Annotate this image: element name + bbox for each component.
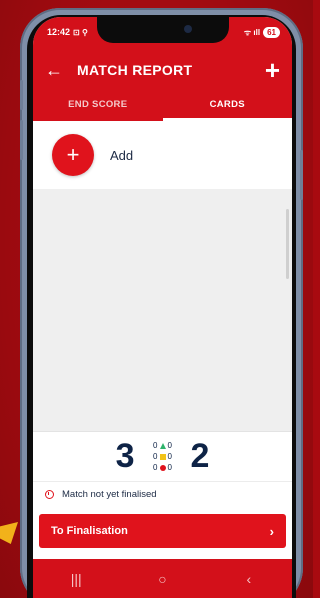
status-notice: Match not yet finalised	[33, 481, 292, 507]
card-counts: 0 0 0 0 0 0	[153, 441, 172, 472]
warning-icon	[45, 490, 54, 499]
back-icon[interactable]: ‹	[229, 571, 269, 587]
tab-bar: END SCORE CARDS	[33, 93, 292, 121]
notice-text: Match not yet finalised	[62, 489, 157, 500]
tab-label: CARDS	[209, 99, 245, 110]
phone-screen: 12:42 ⊡ ⚲ ᯤ ıll 61 ← MATCH REPORT + END …	[33, 17, 292, 598]
add-button[interactable]: +	[52, 134, 94, 176]
plus-icon: +	[66, 142, 80, 167]
power-button	[300, 150, 303, 200]
page-title: MATCH REPORT	[77, 62, 193, 78]
notch	[96, 17, 229, 43]
plus-icon[interactable]: +	[265, 57, 280, 83]
yellow-away: 0	[167, 452, 172, 461]
add-label: Add	[110, 147, 134, 163]
score-summary: 3 0 0 0 0 0 0 2	[33, 431, 292, 481]
red-card-count: 0 0	[153, 463, 172, 472]
finalise-container: To Finalisation ›	[33, 507, 292, 559]
yellow-card-count: 0 0	[153, 452, 172, 461]
status-time: 12:42	[47, 27, 71, 37]
app-bar: ← MATCH REPORT +	[33, 47, 292, 93]
to-finalisation-button[interactable]: To Finalisation ›	[39, 514, 286, 548]
green-card-count: 0 0	[153, 441, 172, 450]
signal-icon: ᯤ ıll	[243, 27, 261, 37]
chevron-right-icon: ›	[269, 523, 274, 539]
camera-icon	[183, 25, 192, 33]
home-icon[interactable]: ○	[142, 571, 182, 587]
add-card-row[interactable]: + Add	[33, 121, 292, 189]
yellow-card-icon	[159, 453, 166, 460]
scrollbar[interactable]	[286, 209, 289, 279]
volume-button	[20, 120, 23, 160]
home-score: 3	[115, 437, 135, 475]
tab-cards[interactable]: CARDS	[162, 93, 292, 121]
green-away: 0	[167, 441, 172, 450]
green-home: 0	[153, 441, 158, 450]
finalise-label: To Finalisation	[51, 525, 128, 537]
status-notification-icons: ⊡ ⚲	[73, 27, 88, 37]
away-score: 2	[190, 437, 210, 475]
cards-list	[33, 189, 292, 431]
red-away: 0	[167, 463, 172, 472]
recents-icon[interactable]: |||	[56, 571, 96, 587]
battery-icon: 61	[263, 26, 280, 38]
green-card-icon	[159, 442, 166, 449]
tab-label: END SCORE	[68, 99, 128, 110]
system-nav-bar: ||| ○ ‹	[33, 559, 292, 598]
red-home: 0	[153, 463, 158, 472]
arrow-left-icon[interactable]: ←	[45, 60, 71, 81]
red-card-icon	[159, 464, 166, 471]
volume-button	[20, 80, 23, 110]
tab-end-score[interactable]: END SCORE	[33, 93, 163, 121]
yellow-home: 0	[153, 452, 158, 461]
